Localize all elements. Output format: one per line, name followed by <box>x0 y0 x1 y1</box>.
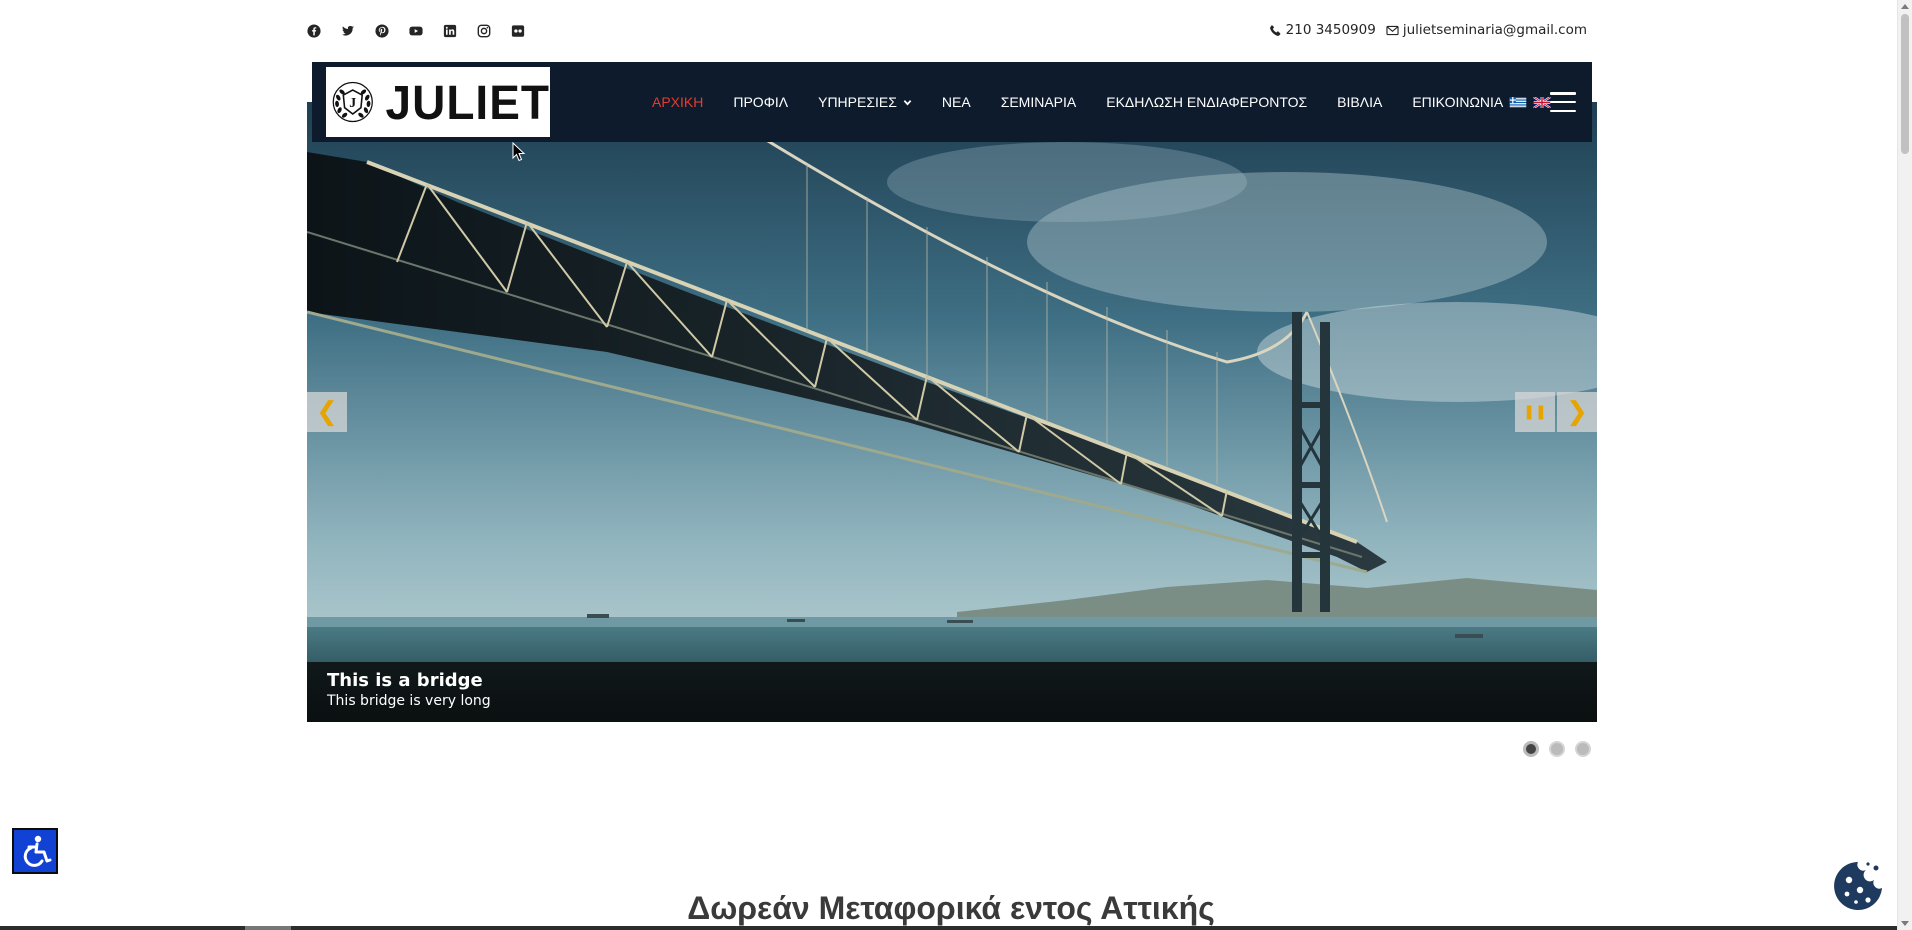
slider-dot-2[interactable] <box>1549 741 1565 757</box>
uk-flag-icon[interactable] <box>1533 96 1552 108</box>
linkedin-icon[interactable] <box>443 22 477 40</box>
logo-wordmark: JULIET <box>385 74 550 130</box>
phone-number: 210 3450909 <box>1285 22 1376 38</box>
wheelchair-icon <box>23 835 52 867</box>
nav-item-books[interactable]: ΒΙΒΛΙΑ <box>1337 94 1382 110</box>
site-logo[interactable]: J JULIET <box>326 67 550 137</box>
scrollbar-thumb[interactable] <box>1901 14 1909 154</box>
nav-item-news[interactable]: ΝΕΑ <box>942 94 971 110</box>
main-menu: ΑΡΧΙΚΗ ΠΡΟΦΙΛ ΥΠΗΡΕΣΙΕΣ ΝΕΑ ΣΕΜΙΝΑΡΙΑ ΕΚ… <box>637 62 1566 142</box>
slider-dot-1[interactable] <box>1523 741 1539 757</box>
scroll-down-arrow-icon[interactable] <box>1901 921 1909 926</box>
slider-next-button[interactable]: ❯ <box>1557 392 1597 432</box>
email-address: julietseminaria@gmail.com <box>1402 22 1587 38</box>
chevron-left-icon: ❮ <box>316 397 338 427</box>
nav-label: ΒΙΒΛΙΑ <box>1337 94 1383 110</box>
scroll-up-arrow-icon[interactable] <box>1901 4 1909 9</box>
contact-info: 210 3450909 julietseminaria@gmail.com <box>1269 22 1587 38</box>
pinterest-icon[interactable] <box>375 22 409 40</box>
nav-item-expression-of-interest[interactable]: ΕΚΔΗΛΩΣΗ ΕΝΔΙΑΦΕΡΟΝΤΟΣ <box>1106 94 1307 110</box>
emblem-letter: J <box>349 95 356 110</box>
nav-label: ΥΠΗΡΕΣΙΕΣ <box>818 94 897 110</box>
youtube-icon[interactable] <box>409 22 443 40</box>
caption-text: This bridge is very long <box>327 693 491 709</box>
nav-label: ΣΕΜΙΝΑΡΙΑ <box>1000 94 1077 110</box>
nav-item-home[interactable]: ΑΡΧΙΚΗ <box>652 94 703 110</box>
pause-icon: ❚❚ <box>1523 404 1547 420</box>
email-contact[interactable]: julietseminaria@gmail.com <box>1386 22 1587 38</box>
nav-label: ΝΕΑ <box>941 94 971 110</box>
envelope-icon <box>1386 25 1399 35</box>
facebook-icon[interactable] <box>307 22 341 40</box>
nav-label: ΑΡΧΙΚΗ <box>652 94 704 110</box>
hero-slider: ❮ ❚❚ ❯ This is a bridge This bridge is v… <box>307 102 1597 722</box>
nav-item-contact[interactable]: ΕΠΙΚΟΙΝΩΝΙΑ <box>1412 94 1552 110</box>
cookie-icon[interactable] <box>1832 860 1884 912</box>
nav-item-seminars[interactable]: ΣΕΜΙΝΑΡΙΑ <box>1001 94 1077 110</box>
laurel-emblem-icon: J <box>332 81 373 123</box>
caption-title: This is a bridge <box>327 670 483 691</box>
mouse-cursor-icon <box>512 142 526 162</box>
vertical-scrollbar[interactable] <box>1897 0 1912 930</box>
top-bar: 210 3450909 julietseminaria@gmail.com <box>307 22 1587 42</box>
nav-item-profile[interactable]: ΠΡΟΦΙΛ <box>733 94 788 110</box>
chevron-right-icon: ❯ <box>1566 397 1588 427</box>
chevron-down-icon <box>903 99 912 105</box>
nav-label: ΕΠΙΚΟΙΝΩΝΙΑ <box>1412 94 1504 110</box>
nav-label: ΠΡΟΦΙΛ <box>733 94 789 110</box>
slider-pagination <box>1523 741 1591 757</box>
main-navbar: J JULIET ΑΡΧΙΚΗ ΠΡΟΦΙΛ ΥΠΗΡΕΣΙΕΣ ΝΕΑ ΣΕΜ… <box>312 62 1592 142</box>
slider-pause-button[interactable]: ❚❚ <box>1515 392 1555 432</box>
bridge-slide-image <box>307 102 1597 722</box>
horizontal-scrollbar[interactable] <box>0 926 1897 930</box>
flickr-icon[interactable] <box>511 22 545 40</box>
accessibility-button[interactable] <box>12 828 58 874</box>
section-title: Δωρεάν Μεταφορικά εντος Αττικής <box>687 890 1215 926</box>
greek-flag-icon[interactable] <box>1509 96 1527 108</box>
phone-contact[interactable]: 210 3450909 <box>1269 22 1376 38</box>
slider-dot-3[interactable] <box>1575 741 1591 757</box>
slide-caption: This is a bridge This bridge is very lon… <box>307 662 1597 722</box>
twitter-icon[interactable] <box>341 22 375 40</box>
social-links <box>307 22 545 40</box>
nav-item-services[interactable]: ΥΠΗΡΕΣΙΕΣ <box>818 94 912 110</box>
instagram-icon[interactable] <box>477 22 511 40</box>
hamburger-menu-icon[interactable] <box>1550 92 1576 112</box>
slider-prev-button[interactable]: ❮ <box>307 392 347 432</box>
nav-label: ΕΚΔΗΛΩΣΗ ΕΝΔΙΑΦΕΡΟΝΤΟΣ <box>1106 94 1308 110</box>
horizontal-scrollbar-thumb[interactable] <box>245 926 291 930</box>
phone-icon <box>1269 24 1281 36</box>
